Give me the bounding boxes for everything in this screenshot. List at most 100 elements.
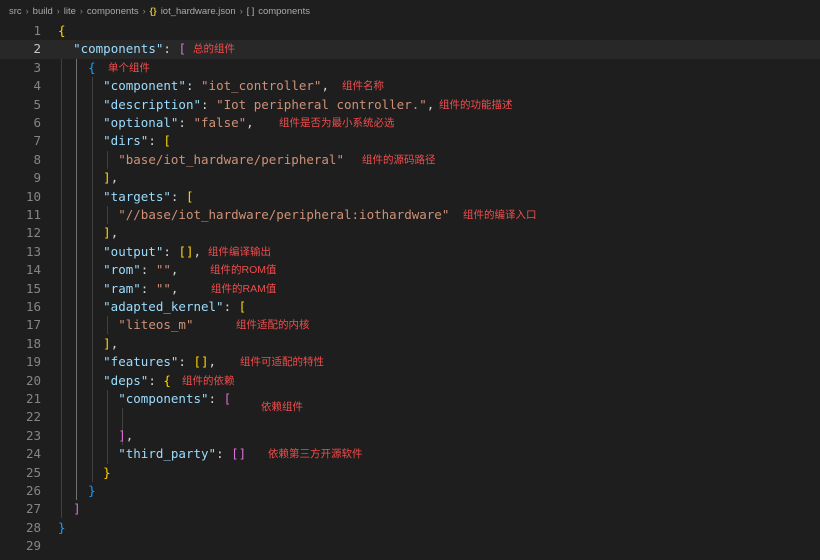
code-line: 22 (0, 408, 820, 426)
code-line: 25 } (0, 464, 820, 482)
code-text: ], (103, 335, 119, 351)
code-text: "components": [ (118, 391, 232, 406)
code-text: { (58, 23, 66, 38)
line-number: 27 (25, 501, 41, 517)
code-text: ], (103, 225, 119, 241)
code-text: "liteos_m" (118, 317, 194, 333)
breadcrumb-item-components[interactable]: components (87, 6, 139, 17)
code-line: 24 "third_party": [] 依赖第三方开源软件 (0, 445, 820, 463)
annotation: 组件的依赖 (182, 374, 235, 387)
code-editor[interactable]: 1 { 2 "components": [ 总的组件 3 { 单个组件 4 "c… (0, 22, 820, 560)
code-line: 5 "description": "Iot peripheral control… (0, 96, 820, 114)
code-line: 20 "deps": { 组件的依赖 (0, 372, 820, 390)
code-line: 7 "dirs": [ (0, 132, 820, 150)
line-number: 12 (25, 225, 41, 241)
code-text: "dirs": [ (103, 133, 171, 149)
line-number: 11 (25, 207, 41, 222)
code-line: 23 ], (0, 427, 820, 445)
code-text: "targets": [ (103, 188, 194, 204)
chevron-right-icon: › (79, 6, 83, 16)
code-line: 19 "features": [], 组件可适配的特性 (0, 353, 820, 371)
breadcrumb-symbol[interactable]: components (258, 6, 310, 17)
line-number: 26 (25, 483, 41, 498)
code-text: "output": [], (103, 243, 202, 259)
breadcrumb-item-lite[interactable]: lite (64, 6, 76, 17)
line-number: 21 (25, 391, 41, 406)
code-text: "features": [], (103, 354, 217, 370)
line-number: 28 (25, 519, 41, 535)
annotation: 单个组件 (108, 61, 150, 74)
line-number: 18 (25, 335, 41, 351)
code-text: ], (118, 427, 134, 443)
code-line: 27 ] (0, 500, 820, 518)
annotation: 组件的RAM值 (211, 282, 277, 295)
code-line: 18 ], (0, 335, 820, 353)
code-text: "optional": "false", (103, 115, 254, 130)
code-line: 17 "liteos_m" 组件适配的内核 (0, 316, 820, 334)
line-number: 5 (33, 96, 41, 112)
annotation: 组件是否为最小系统必选 (279, 117, 395, 129)
code-text: "components": [ (73, 41, 186, 57)
code-line: 6 "optional": "false", 组件是否为最小系统必选 (0, 114, 820, 132)
line-number: 17 (25, 317, 41, 333)
breadcrumb-item-build[interactable]: build (33, 6, 53, 17)
line-number: 6 (33, 115, 41, 130)
line-number: 19 (25, 354, 41, 370)
annotation: 总的组件 (193, 43, 235, 56)
line-number: 16 (25, 299, 41, 314)
code-line: 13 "output": [], 组件编译输出 (0, 243, 820, 261)
code-text: { (88, 59, 96, 75)
code-text: ], (103, 170, 119, 186)
annotation: 组件的编译入口 (463, 209, 537, 221)
breadcrumb-file[interactable]: iot_hardware.json (161, 6, 236, 17)
code-text: ] (73, 501, 81, 517)
code-line: 3 { 单个组件 (0, 59, 820, 77)
code-line: 28 } (0, 519, 820, 537)
line-number: 9 (33, 170, 41, 186)
code-text: "ram": "", (103, 280, 179, 296)
line-number: 2 (33, 41, 41, 57)
code-line: 21 "components": [ (0, 390, 820, 408)
chevron-right-icon: › (56, 6, 60, 16)
annotation: 依赖第三方开源软件 (268, 448, 363, 461)
code-line: 14 "rom": "", 组件的ROM值 (0, 261, 820, 279)
line-number: 7 (33, 133, 41, 149)
line-number: 15 (25, 280, 41, 296)
code-line: 16 "adapted_kernel": [ (0, 298, 820, 316)
annotation: 依赖组件 (261, 401, 303, 413)
code-text: "//base/iot_hardware/peripheral:iothardw… (118, 207, 450, 222)
annotation: 组件的源码路径 (362, 153, 436, 166)
code-text: "description": "Iot peripheral controlle… (103, 96, 435, 112)
array-symbol-icon: [ ] (246, 6, 255, 16)
line-number: 29 (25, 538, 41, 554)
annotation: 组件名称 (342, 80, 384, 93)
line-number: 8 (33, 151, 41, 167)
code-line: 11 "//base/iot_hardware/peripheral:iotha… (0, 206, 820, 224)
annotation: 组件适配的内核 (236, 319, 310, 332)
code-text: "third_party": [] (118, 446, 247, 462)
code-line: 1 { (0, 22, 820, 40)
line-number: 13 (25, 243, 41, 259)
line-number: 25 (25, 464, 41, 480)
code-text: } (88, 483, 96, 498)
annotation: 组件编译输出 (208, 245, 271, 258)
code-line: 8 "base/iot_hardware/peripheral" 组件的源码路径 (0, 151, 820, 169)
code-line: 12 ], (0, 224, 820, 242)
breadcrumb-item-src[interactable]: src (9, 6, 22, 17)
code-line: 9 ], (0, 169, 820, 187)
line-number: 1 (33, 23, 41, 38)
annotation: 组件的功能描述 (439, 98, 513, 111)
annotation: 组件可适配的特性 (240, 356, 324, 369)
code-text: "deps": { (103, 372, 171, 388)
code-text: "adapted_kernel": [ (103, 299, 247, 314)
code-text: } (103, 464, 111, 480)
chevron-right-icon: › (239, 6, 243, 16)
line-number: 10 (25, 188, 41, 204)
code-text: "base/iot_hardware/peripheral" (118, 151, 344, 167)
chevron-right-icon: › (25, 6, 29, 16)
line-number: 4 (33, 78, 41, 94)
code-line: 29 (0, 537, 820, 555)
breadcrumb: src › build › lite › components › {} iot… (0, 0, 820, 22)
code-line: 15 "ram": "", 组件的RAM值 (0, 280, 820, 298)
code-line: 10 "targets": [ (0, 188, 820, 206)
